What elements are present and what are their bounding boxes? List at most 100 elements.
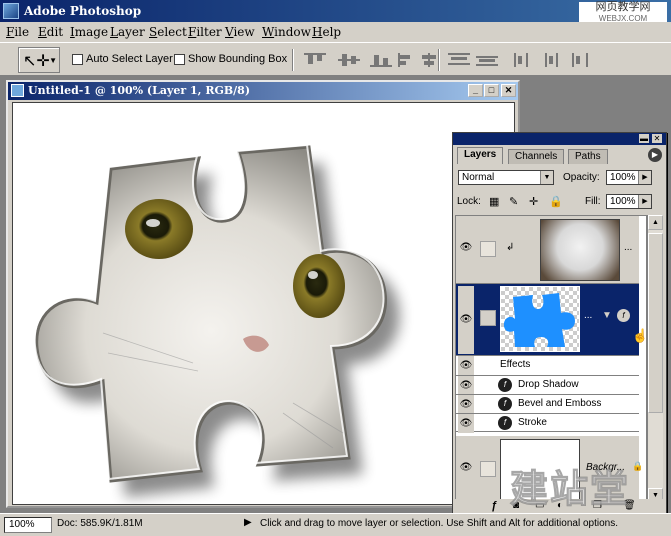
eye-icon[interactable]: 👁: [458, 414, 474, 433]
effect-row-stroke[interactable]: 👁 f Stroke: [456, 413, 639, 433]
close-button[interactable]: ✕: [501, 84, 516, 97]
tab-layers[interactable]: Layers: [457, 147, 504, 164]
fill-value: 100%: [610, 196, 636, 207]
status-menu-arrow-icon[interactable]: ▶: [244, 517, 252, 528]
menu-window[interactable]: Window: [262, 25, 311, 39]
opacity-value: 100%: [610, 172, 636, 183]
layer-effects-icon[interactable]: f: [617, 309, 630, 322]
watermark-bottom: 建站堂: [509, 469, 631, 512]
lock-transparency-icon[interactable]: ▦: [489, 195, 499, 208]
clipping-arrow-icon: ↲: [506, 242, 515, 253]
menu-view[interactable]: View: [225, 25, 255, 39]
layer-link-box[interactable]: [480, 461, 496, 477]
palette-title-bar[interactable]: ▬ ✕: [453, 133, 666, 145]
distribute-horizontal-centers-icon[interactable]: [540, 53, 562, 67]
effects-expand-arrow-icon[interactable]: ▼: [602, 310, 612, 321]
effect-row-drop-shadow[interactable]: 👁 f Drop Shadow: [456, 375, 639, 395]
menu-edit[interactable]: Edit: [38, 25, 63, 39]
options-separator: [292, 49, 294, 71]
layers-scrollbar[interactable]: ▲ ▼: [647, 215, 663, 505]
move-tool-icon: ↖✛: [23, 53, 50, 70]
layer-name-truncated: ...: [624, 242, 633, 253]
align-vertical-centers-icon[interactable]: [338, 53, 360, 67]
effects-list: 👁 Effects 👁 f Drop Shadow 👁 f Bevel and …: [456, 356, 646, 436]
app-title-bar: Adobe Photoshop 网页教学网 WEBJX.COM: [0, 0, 671, 26]
document-title: Untitled-1 @ 100% (Layer 1, RGB/8): [28, 84, 251, 97]
eye-icon[interactable]: 👁: [458, 356, 474, 375]
zoom-field[interactable]: 100%: [4, 517, 52, 533]
minimize-button[interactable]: _: [468, 84, 483, 97]
lock-all-icon[interactable]: 🔒: [549, 195, 563, 208]
distribute-top-icon[interactable]: [448, 53, 470, 67]
layer-link-box[interactable]: [480, 241, 496, 257]
menu-select[interactable]: Select: [149, 25, 187, 39]
effect-label: Stroke: [518, 417, 547, 428]
tab-paths[interactable]: Paths: [568, 149, 608, 164]
align-horizontal-centers-icon[interactable]: [418, 53, 440, 67]
eye-icon[interactable]: 👁: [458, 286, 474, 354]
fill-input[interactable]: 100% ▶: [606, 194, 652, 209]
layer-name-truncated: ...: [584, 310, 593, 321]
distribute-left-icon[interactable]: [512, 53, 534, 67]
palette-minimize-button[interactable]: ▬: [639, 134, 649, 143]
app-title: Adobe Photoshop: [24, 4, 142, 18]
puzzle-piece-artwork: [33, 143, 400, 497]
auto-select-layer-checkbox[interactable]: [72, 54, 83, 65]
chevron-down-icon: ▼: [540, 171, 553, 184]
menu-filter[interactable]: Filter: [188, 25, 222, 39]
layer-row-cat[interactable]: 👁 ↲ ...: [456, 216, 639, 284]
effect-icon: f: [498, 378, 512, 392]
align-bottom-edges-icon[interactable]: [370, 53, 392, 67]
distribute-right-icon[interactable]: [568, 53, 590, 67]
auto-select-layer-label: Auto Select Layer: [86, 53, 173, 65]
scroll-thumb[interactable]: [648, 233, 663, 413]
palette-menu-button[interactable]: ▶: [648, 148, 662, 162]
photoshop-app-icon: [3, 3, 19, 19]
effect-icon: f: [498, 397, 512, 411]
hand-cursor-icon: ☝: [632, 328, 649, 343]
lock-position-icon[interactable]: ✛: [529, 195, 538, 208]
effects-header-row[interactable]: 👁 Effects: [456, 356, 639, 375]
eye-icon[interactable]: 👁: [458, 242, 474, 253]
effect-label: Drop Shadow: [518, 379, 579, 390]
effect-row-bevel-emboss[interactable]: 👁 f Bevel and Emboss: [456, 394, 639, 414]
eye-icon[interactable]: 👁: [458, 376, 474, 395]
show-bounding-box-label: Show Bounding Box: [188, 53, 288, 65]
maximize-button[interactable]: □: [484, 84, 499, 97]
align-top-edges-icon[interactable]: [304, 53, 326, 67]
effect-icon: f: [498, 416, 512, 430]
align-left-edges-icon[interactable]: [396, 53, 418, 67]
eye-icon[interactable]: 👁: [458, 462, 474, 473]
distribute-vertical-centers-icon[interactable]: [476, 53, 498, 67]
blend-mode-value: Normal: [462, 172, 495, 183]
lock-image-icon[interactable]: ✎: [509, 195, 518, 208]
chevron-right-icon: ▶: [638, 195, 651, 208]
paintbrush-icon: [480, 310, 496, 326]
menu-layer[interactable]: Layer: [110, 25, 145, 39]
show-bounding-box-checkbox[interactable]: [174, 54, 185, 65]
document-icon: [11, 84, 24, 97]
effect-label: Bevel and Emboss: [518, 398, 602, 409]
chevron-right-icon: ▶: [638, 171, 651, 184]
puzzle-layer-thumbnail: [500, 286, 580, 352]
document-window: Untitled-1 @ 100% (Layer 1, RGB/8) _ □ ✕: [6, 80, 520, 508]
menu-image[interactable]: Image: [70, 25, 108, 39]
doc-size-info: Doc: 585.9K/1.81M: [57, 518, 143, 529]
blend-mode-select[interactable]: Normal ▼: [458, 170, 554, 185]
opacity-input[interactable]: 100% ▶: [606, 170, 652, 185]
menu-file[interactable]: File: [6, 25, 29, 39]
options-bar: ↖✛ ▼ Auto Select Layer Show Bounding Box: [0, 42, 671, 76]
layer-row-layer1[interactable]: 👁 ... ▼ f ☝: [456, 284, 648, 356]
document-title-bar[interactable]: Untitled-1 @ 100% (Layer 1, RGB/8) _ □ ✕: [8, 82, 518, 100]
menu-help[interactable]: Help: [312, 25, 341, 39]
eye-icon[interactable]: 👁: [458, 395, 474, 414]
scroll-up-button[interactable]: ▲: [648, 215, 663, 230]
document-canvas[interactable]: [12, 102, 515, 505]
status-hint: Click and drag to move layer or selectio…: [260, 518, 618, 529]
palette-close-button[interactable]: ✕: [652, 134, 662, 143]
add-layer-style-icon[interactable]: ƒ: [491, 500, 497, 512]
tab-channels[interactable]: Channels: [508, 149, 565, 164]
cat-layer-thumbnail: [540, 219, 620, 281]
move-tool-preset-button[interactable]: ↖✛ ▼: [18, 47, 60, 73]
puzzle-piece-icon: [503, 293, 575, 347]
